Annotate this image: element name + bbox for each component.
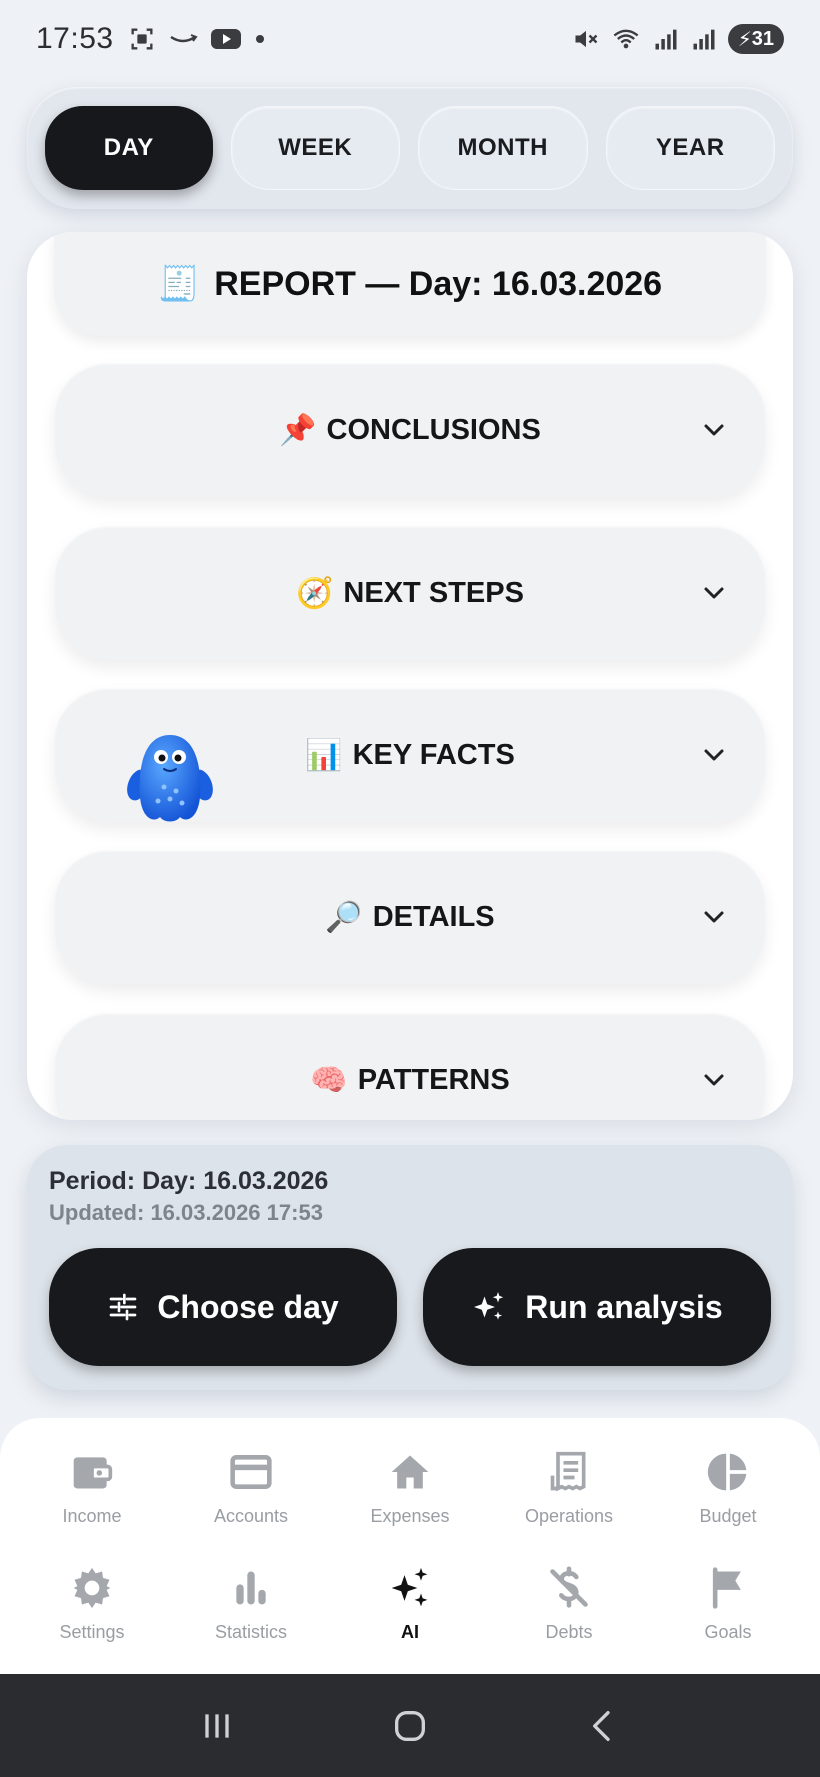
nav-statistics-label: Statistics	[214, 1622, 288, 1642]
magnifier-icon: 🔎	[325, 900, 363, 934]
nav-goals[interactable]: Goals	[646, 1566, 810, 1643]
receipt-icon: 🧾	[157, 265, 201, 303]
brain-icon: 🧠	[310, 1063, 348, 1097]
section-next-steps[interactable]: 🧭 NEXT STEPS	[54, 526, 766, 660]
battery-level: 31	[751, 27, 774, 50]
wifi-icon	[613, 29, 639, 49]
choose-day-label: Choose day	[157, 1288, 339, 1325]
pie-chart-icon	[707, 1453, 747, 1491]
bar-chart-icon: 📊	[305, 738, 343, 772]
nav-operations[interactable]: Operations	[487, 1450, 651, 1527]
nav-income-label: Income	[62, 1506, 122, 1526]
nav-debts[interactable]: Debts	[487, 1566, 651, 1643]
nav-income[interactable]: Income	[10, 1450, 174, 1527]
nav-settings[interactable]: Settings	[10, 1566, 174, 1643]
nav-budget[interactable]: Budget	[646, 1450, 810, 1527]
nav-goals-label: Goals	[704, 1622, 752, 1642]
report-title-text: REPORT — Day: 16.03.2026	[214, 264, 663, 303]
nav-operations-label: Operations	[524, 1506, 614, 1526]
report-title: 🧾 REPORT — Day: 16.03.2026	[54, 232, 766, 336]
charging-icon: ⚡	[737, 28, 752, 51]
wallet-icon	[73, 1457, 113, 1489]
nav-settings-label: Settings	[59, 1622, 125, 1642]
status-bar: 17:53 ⚡ 31	[0, 0, 820, 78]
sliders-icon	[109, 1293, 137, 1321]
dot-icon	[255, 35, 264, 43]
nav-debts-label: Debts	[545, 1622, 593, 1642]
gear-icon	[73, 1567, 111, 1609]
tab-year[interactable]: YEAR	[605, 106, 775, 190]
signal-icon-2	[693, 29, 715, 50]
receipt-list-icon	[550, 1451, 586, 1492]
section-label: PATTERNS	[357, 1063, 510, 1096]
run-analysis-label: Run analysis	[525, 1288, 723, 1325]
signal-icon	[655, 29, 677, 50]
card-icon	[230, 1455, 272, 1489]
status-system-icons: ⚡ 31	[572, 24, 784, 54]
tab-week[interactable]: WEEK	[230, 106, 400, 190]
battery-indicator: ⚡ 31	[727, 24, 784, 54]
nav-ai[interactable]: AI	[328, 1566, 492, 1643]
period-label: Period: Day: 16.03.2026	[49, 1167, 329, 1195]
sparkles-icon	[474, 1292, 504, 1320]
tab-month[interactable]: MONTH	[418, 106, 588, 190]
updated-label: Updated: 16.03.2026 17:53	[49, 1200, 323, 1225]
analysis-footer: Period: Day: 16.03.2026 Updated: 16.03.2…	[27, 1145, 793, 1390]
section-details[interactable]: 🔎 DETAILS	[54, 850, 766, 984]
youtube-icon	[210, 29, 241, 49]
section-conclusions[interactable]: 📌 CONCLUSIONS	[54, 363, 766, 497]
section-label: DETAILS	[372, 900, 495, 933]
nav-budget-label: Budget	[699, 1506, 757, 1526]
sparkles-icon	[391, 1567, 428, 1607]
section-label: CONCLUSIONS	[326, 413, 541, 446]
section-label: NEXT STEPS	[343, 576, 524, 609]
nav-expenses-label: Expenses	[370, 1506, 450, 1526]
mute-icon	[575, 30, 598, 48]
run-analysis-button[interactable]: Run analysis	[423, 1248, 771, 1366]
screenshot-icon	[131, 28, 153, 50]
nav-statistics[interactable]: Statistics	[169, 1566, 333, 1643]
compass-icon: 🧭	[296, 576, 334, 610]
nav-accounts[interactable]: Accounts	[169, 1450, 333, 1527]
system-navigation	[0, 1674, 820, 1777]
bar-chart-icon	[236, 1571, 266, 1605]
back-icon[interactable]	[583, 1706, 623, 1746]
chevron-down-icon[interactable]	[702, 1068, 726, 1092]
period-selector: DAY WEEK MONTH YEAR	[27, 87, 793, 209]
status-notification-icons	[128, 25, 266, 53]
amazon-icon	[169, 34, 198, 43]
nav-accounts-label: Accounts	[213, 1506, 289, 1526]
pushpin-icon: 📌	[279, 413, 317, 447]
status-time: 17:53	[36, 22, 114, 55]
chevron-down-icon[interactable]	[702, 743, 726, 767]
recent-apps-icon[interactable]	[197, 1706, 237, 1746]
chevron-down-icon[interactable]	[702, 905, 726, 929]
no-money-icon	[550, 1566, 588, 1608]
home-icon	[391, 1455, 429, 1489]
flag-icon	[712, 1567, 741, 1609]
section-label: KEY FACTS	[352, 738, 515, 771]
nav-expenses[interactable]: Expenses	[328, 1450, 492, 1527]
mascot-icon	[127, 735, 213, 822]
section-patterns[interactable]: 🧠 PATTERNS	[54, 1013, 766, 1120]
tab-day[interactable]: DAY	[45, 106, 213, 190]
home-button-icon[interactable]	[390, 1706, 430, 1746]
chevron-down-icon[interactable]	[702, 581, 726, 605]
choose-day-button[interactable]: Choose day	[49, 1248, 397, 1366]
bottom-navigation: Income Accounts Expenses Operations Budg…	[0, 1418, 820, 1674]
chevron-down-icon[interactable]	[702, 418, 726, 442]
nav-ai-label: AI	[401, 1622, 419, 1642]
report-card: 🧾 REPORT — Day: 16.03.2026 📌 CONCLUSIONS…	[27, 232, 793, 1120]
